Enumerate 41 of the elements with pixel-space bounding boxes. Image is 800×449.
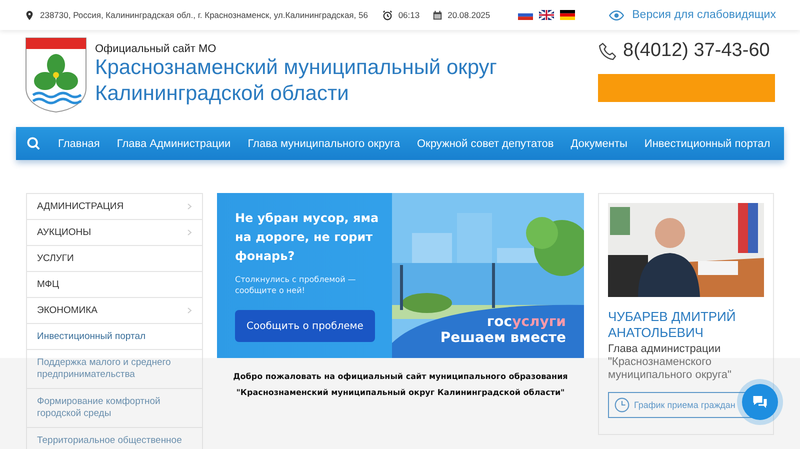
sidebar-item[interactable]: МФЦ <box>27 272 202 298</box>
search-icon <box>26 136 41 151</box>
nav-link[interactable]: Глава Администрации <box>116 138 231 150</box>
phone-icon <box>598 42 617 60</box>
location-pin-icon <box>24 10 35 20</box>
banner-headline: Не убран мусор, яма на дороге, не горит фонарь? <box>235 210 380 265</box>
chat-button[interactable] <box>742 384 778 420</box>
calendar-icon <box>432 10 443 20</box>
banner-slogan: Решаем вместе <box>440 330 566 346</box>
sidebar-item[interactable]: УСЛУГИ <box>27 246 202 272</box>
address-text: 238730, Россия, Калининградская обл., г. Краснознаменск, ул.Калининградская, 56 <box>40 10 368 20</box>
eye-icon <box>609 8 624 22</box>
head-name: ЧУБАРЕВ ДМИТРИЙ АНАТОЛЬЕВИЧ <box>608 309 737 341</box>
clock-icon <box>614 397 630 413</box>
sidebar-item[interactable]: Инвестиционный портал <box>27 324 202 350</box>
sidebar-item[interactable]: Территориальное общественное <box>27 428 202 449</box>
nav-link[interactable]: Инвестиционный портал <box>644 138 770 150</box>
gosuslugi-logo: госуслуги <box>486 314 566 330</box>
british-flag-icon[interactable] <box>539 10 554 20</box>
alarm-clock-icon <box>382 10 394 20</box>
sidebar-item[interactable]: АДМИНИСТРАЦИЯ <box>27 194 202 220</box>
time-text: 06:13 <box>398 10 420 20</box>
nav-link[interactable]: Окружной совет депутатов <box>417 138 554 150</box>
welcome-text: Добро пожаловать на официальный сайт муниципального образования <box>233 372 568 381</box>
german-flag-icon[interactable] <box>560 10 576 20</box>
sidebar-item[interactable]: ЭКОНОМИКА <box>27 298 202 324</box>
date-text: 20.08.2025 <box>448 10 490 20</box>
site-subtitle: Официальный сайт МО <box>95 43 218 55</box>
nav-link[interactable]: Глава муниципального округа <box>248 138 400 150</box>
accessibility-link[interactable]: Версия для слабовидящих <box>632 9 776 21</box>
nav-link[interactable]: Главная <box>58 138 100 150</box>
banner-text: Столкнулись с проблемой — сообщите о ней! <box>235 274 357 296</box>
site-title: Краснознаменский муниципальный округ Калининградской области <box>95 55 498 107</box>
nav-link[interactable]: Документы <box>570 138 628 150</box>
sidebar-item[interactable]: АУКЦИОНЫ <box>27 220 202 246</box>
sidebar-item[interactable]: Поддержка малого и среднего предпринимательства <box>27 350 202 389</box>
phone-number: 8(4012) 37-43-60 <box>623 40 770 62</box>
welcome-text: "Краснознаменский муниципальный округ Калининградской области" <box>236 388 565 397</box>
head-position: Глава администрации "Краснознаменского муниципального округа" <box>608 343 732 382</box>
sidebar-item[interactable]: Формирование комфортной городской среды <box>27 389 202 428</box>
report-problem-button[interactable]: Сообщить о проблеме <box>235 310 375 342</box>
